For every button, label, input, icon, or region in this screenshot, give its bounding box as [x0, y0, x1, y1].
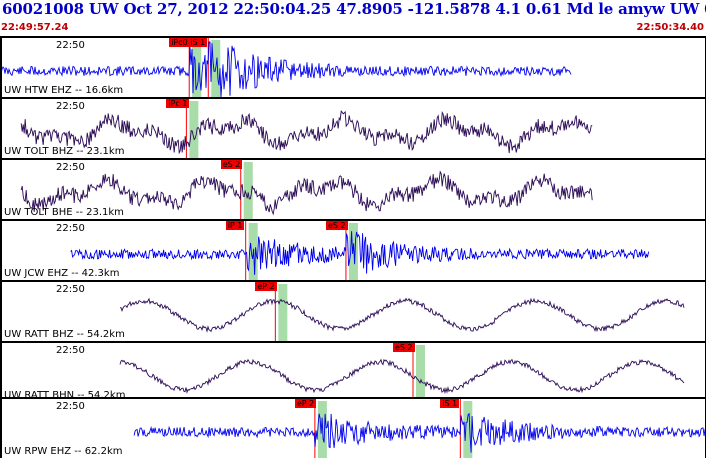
minute-label: 22:50 — [56, 401, 85, 412]
waveform-trace — [119, 358, 685, 395]
start-time-label: 22:49:57.24 — [1, 22, 69, 33]
station-label: UW TOLT BHE -- 23.1km — [4, 207, 124, 218]
trace-panel[interactable]: 22:50 UW TOLT BHZ -- 23.1km iPc 1 — [0, 97, 706, 158]
pick-label[interactable]: iP 1 — [225, 221, 245, 230]
seismogram-viewer: 60021008 UW Oct 27, 2012 22:50:04.25 47.… — [0, 0, 706, 458]
pick-label[interactable]: iS 1 — [188, 38, 208, 47]
station-label: UW HTW EHZ -- 16.6km — [4, 85, 124, 96]
pick-label[interactable]: iPc 1 — [166, 99, 190, 108]
frame-left-border — [0, 36, 2, 458]
pick-label[interactable]: eS 2 — [393, 343, 415, 352]
trace-panel[interactable]: 22:50 UW HTW EHZ -- 16.6km iPc0 iS 1 — [0, 36, 706, 97]
pick-label[interactable]: eP 2 — [255, 282, 277, 291]
station-label: UW JCW EHZ -- 42.3km — [4, 268, 120, 279]
station-label: UW RATT BHN -- 54.2km — [4, 390, 126, 401]
pick-label[interactable]: eS 2 — [325, 221, 348, 230]
pick-label[interactable]: iPc0 — [169, 38, 190, 47]
pick-label[interactable]: eS 2 — [220, 160, 243, 169]
waveform-trace — [120, 297, 685, 333]
station-label: UW RPW EHZ -- 62.2km — [4, 446, 123, 457]
pick-label[interactable]: iS 1 — [440, 399, 460, 408]
trace-panel[interactable]: 22:50 UW RATT BHZ -- 54.2km eP 2 — [0, 280, 706, 341]
pick-window — [416, 345, 426, 402]
trace-panel[interactable]: 22:50 UW RPW EHZ -- 62.2km eP 2 iS 1 — [0, 397, 706, 458]
minute-label: 22:50 — [56, 162, 85, 173]
trace-panel[interactable]: 22:50 UW RATT BHN -- 54.2km eS 2 — [0, 341, 706, 402]
pick-window — [278, 284, 288, 341]
waveform-trace — [133, 412, 706, 453]
trace-panel[interactable]: 22:50 UW TOLT BHE -- 23.1km eS 2 — [0, 158, 706, 219]
station-label: UW TOLT BHZ -- 23.1km — [4, 146, 125, 157]
minute-label: 22:50 — [56, 40, 85, 51]
trace-panel[interactable]: 22:50 UW JCW EHZ -- 42.3km iP 1 eS 2 — [0, 219, 706, 280]
event-title: 60021008 UW Oct 27, 2012 22:50:04.25 47.… — [2, 0, 706, 18]
minute-label: 22:50 — [56, 223, 85, 234]
waveform-trace — [70, 231, 650, 275]
minute-label: 22:50 — [56, 101, 85, 112]
pick-label[interactable]: eP 2 — [294, 399, 317, 408]
station-label: UW RATT BHZ -- 54.2km — [4, 329, 125, 340]
end-time-label: 22:50:34.40 — [636, 22, 704, 33]
minute-label: 22:50 — [56, 345, 85, 356]
minute-label: 22:50 — [56, 284, 85, 295]
